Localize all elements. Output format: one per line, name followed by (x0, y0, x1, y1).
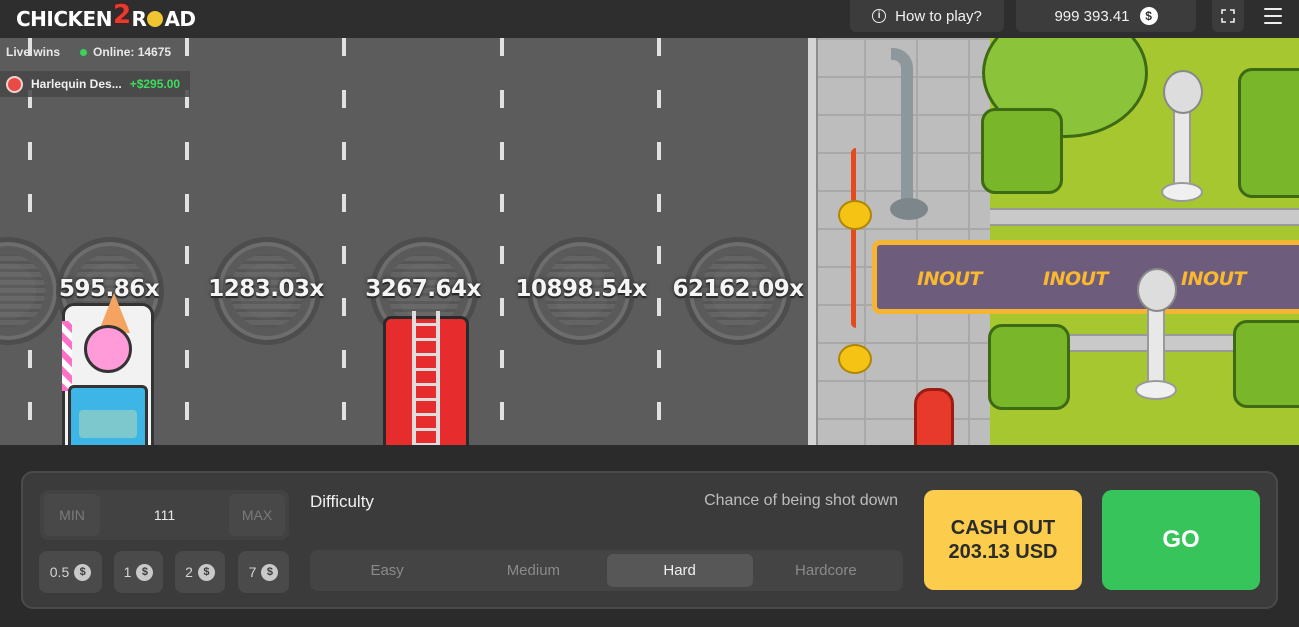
game-app: CHICKEN 2 R AD i How to play? 999 393.41… (0, 0, 1299, 627)
lane-divider (500, 38, 504, 445)
difficulty-hardcore[interactable]: Hardcore (753, 554, 899, 587)
chip-value: 0.5 (49, 564, 70, 580)
bet-amount-value[interactable]: 111 (154, 507, 175, 523)
curb (808, 38, 818, 445)
chip-value: 7 (248, 564, 257, 580)
difficulty-easy[interactable]: Easy (314, 554, 460, 587)
lane-divider (657, 38, 661, 445)
info-icon: i (872, 9, 887, 23)
banner-logo-text: INOUT (1043, 268, 1109, 290)
barrier-post (838, 200, 872, 230)
online-count: Online: 14675 (93, 45, 172, 59)
fire-hydrant (914, 388, 954, 445)
banner-logo-text: INOUT (1181, 268, 1247, 290)
logo-text-ad: AD (164, 7, 196, 31)
how-to-play-label: How to play? (895, 7, 982, 25)
hamburger-icon (1264, 8, 1282, 10)
logo-text-r: R (131, 7, 147, 31)
chip-value: 2 (185, 564, 193, 580)
lane-divider (342, 38, 346, 445)
game-logo: CHICKEN 2 R AD (16, 0, 196, 32)
dollar-coin-icon: $ (74, 563, 92, 581)
how-to-play-button[interactable]: i How to play? (850, 0, 1004, 32)
recent-win-name: Harlequin Des... (31, 77, 122, 91)
cash-out-amount: 203.13 USD (948, 541, 1058, 563)
logo-egg-icon (147, 11, 164, 27)
banner-logo-text: INOUT (917, 268, 983, 290)
multiplier-label: 10898.54x (515, 276, 647, 302)
bush (988, 324, 1070, 410)
pigeon-statue (1161, 70, 1203, 202)
online-dot-icon (80, 48, 88, 56)
min-bet-button[interactable]: MIN (44, 494, 100, 536)
difficulty-label: Difficulty (310, 492, 374, 511)
barrier-post (838, 344, 872, 374)
ice-cream-truck (62, 293, 154, 445)
dollar-coin-icon: $ (261, 563, 279, 581)
cash-out-button[interactable]: CASH OUT 203.13 USD (924, 490, 1082, 590)
balance-display: 999 393.41 $ (1016, 0, 1196, 32)
dollar-coin-icon: $ (197, 563, 215, 581)
quick-bet-chip-0.5[interactable]: 0.5 $ (39, 551, 102, 593)
chance-label: Chance of being shot down (704, 492, 898, 509)
lane-divider (185, 38, 189, 445)
go-label: GO (1162, 526, 1200, 553)
quick-bet-chip-7[interactable]: 7 $ (238, 551, 289, 593)
multiplier-label: 62162.09x (672, 276, 804, 302)
bet-amount-input[interactable]: MIN 111 MAX (40, 490, 289, 540)
dollar-coin-icon: $ (1139, 7, 1158, 25)
go-button[interactable]: GO (1102, 490, 1260, 590)
bush (981, 108, 1063, 194)
fire-truck (383, 311, 469, 445)
bush (1238, 68, 1299, 198)
logo-text-chicken: CHICKEN (16, 7, 112, 31)
recent-win-row: Harlequin Des... +$295.00 (0, 71, 190, 97)
avatar (6, 75, 23, 93)
recent-win-amount: +$295.00 (129, 77, 181, 91)
barrier-rope (851, 148, 861, 328)
top-bar: CHICKEN 2 R AD i How to play? 999 393.41… (0, 0, 1299, 38)
chip-value: 1 (123, 564, 132, 580)
inout-banner: INOUT INOUT INOUT (872, 240, 1299, 314)
max-bet-button[interactable]: MAX (229, 494, 285, 536)
difficulty-medium[interactable]: Medium (460, 554, 606, 587)
live-wins-label: Live wins (6, 45, 61, 59)
road: 595.86x 1283.03x 3267.64x 10898.54x 6216… (0, 38, 812, 445)
fullscreen-icon (1221, 9, 1235, 23)
pigeon-statue (1135, 268, 1177, 400)
cash-out-label: CASH OUT (950, 517, 1056, 539)
multiplier-label: 3267.64x (365, 276, 481, 302)
balance-value: 999 393.41 (1054, 7, 1130, 25)
street-lamp-base (890, 198, 928, 220)
bush (1233, 320, 1299, 408)
live-wins-bar: Live wins Online: 14675 (0, 38, 171, 66)
difficulty-selector: Easy Medium Hard Hardcore (310, 550, 903, 591)
street-lamp (891, 48, 913, 218)
dollar-coin-icon: $ (136, 563, 154, 581)
difficulty-hard[interactable]: Hard (606, 554, 753, 587)
menu-button[interactable] (1262, 6, 1284, 26)
quick-bet-chip-1[interactable]: 1 $ (114, 551, 163, 593)
game-scene: 595.86x 1283.03x 3267.64x 10898.54x 6216… (0, 38, 1299, 445)
multiplier-label: 1283.03x (208, 276, 324, 302)
fullscreen-button[interactable] (1212, 0, 1244, 32)
park-path (990, 208, 1299, 226)
quick-bet-chip-2[interactable]: 2 $ (175, 551, 225, 593)
logo-text-2: 2 (112, 0, 131, 30)
